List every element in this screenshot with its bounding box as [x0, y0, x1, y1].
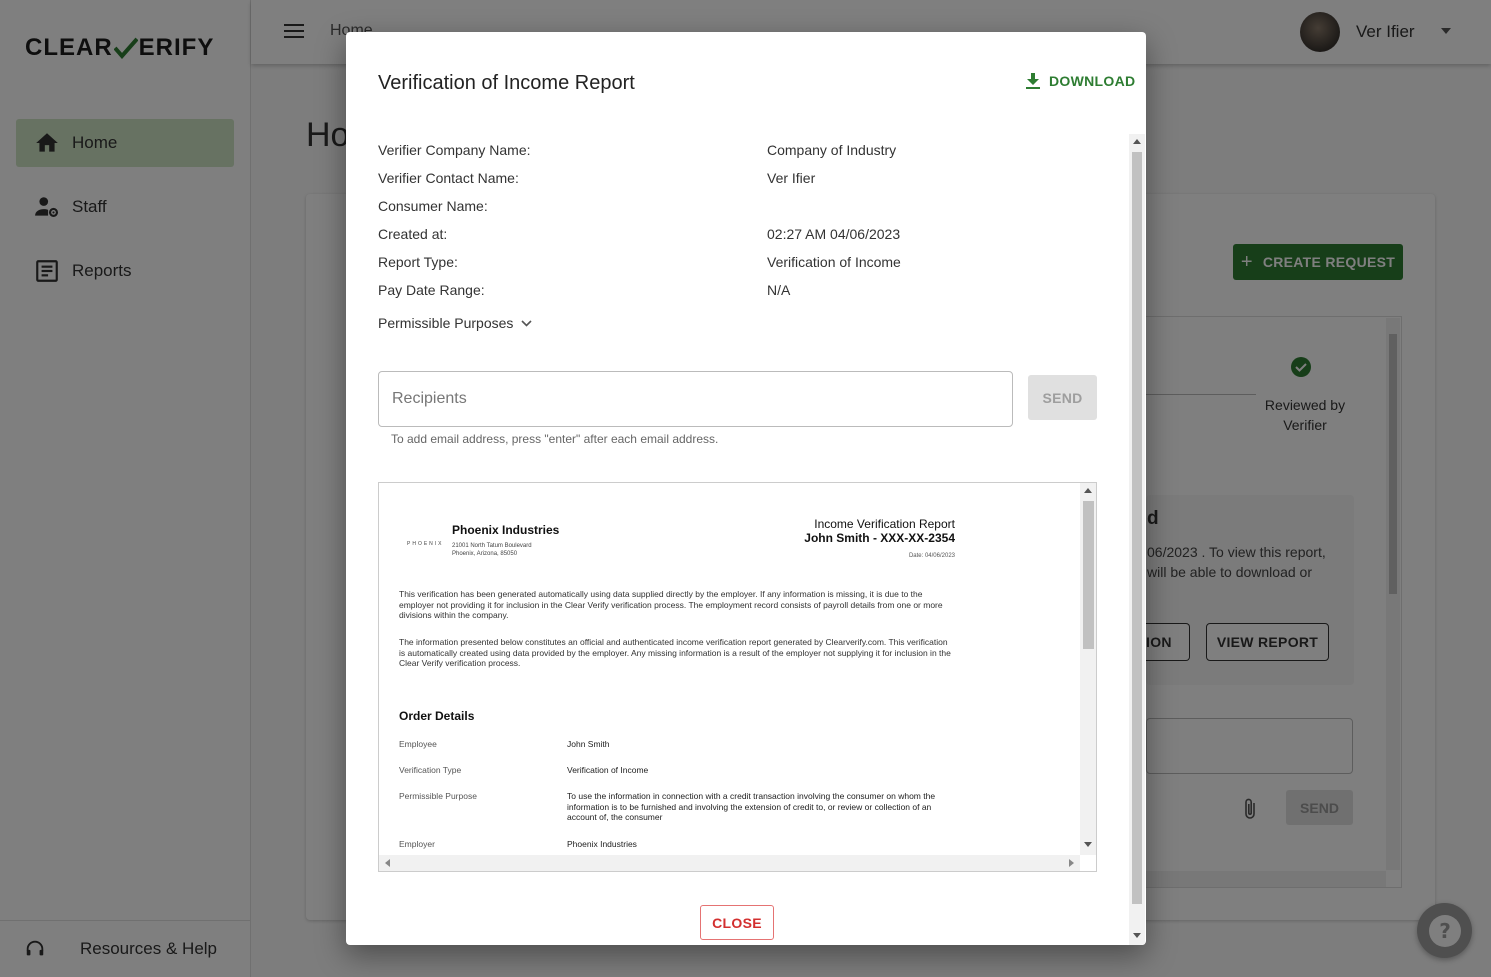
scroll-left-arrow-icon[interactable] — [385, 859, 390, 867]
info-row-report-type: Report Type: Verification of Income — [378, 254, 1118, 282]
info-key: Verifier Company Name: — [378, 142, 531, 158]
report-subject: John Smith - XXX-XX-2354 — [804, 531, 955, 545]
report-paragraph: The information presented below constitu… — [399, 637, 951, 668]
download-label: DOWNLOAD — [1049, 73, 1136, 89]
chevron-down-icon — [521, 319, 532, 327]
scroll-up-arrow-icon[interactable] — [1084, 488, 1092, 493]
info-value: 02:27 AM 04/06/2023 — [767, 226, 901, 242]
scroll-down-arrow-icon[interactable] — [1133, 933, 1141, 938]
scrollbar-thumb[interactable] — [1083, 501, 1094, 649]
info-key: Verifier Contact Name: — [378, 170, 519, 186]
order-value: Verification of Income — [567, 765, 649, 775]
info-value: Ver Ifier — [767, 170, 816, 186]
scrollbar-thumb[interactable] — [1132, 152, 1142, 904]
income-report-dialog: Verification of Income Report DOWNLOAD V… — [346, 32, 1146, 945]
info-key: Report Type: — [378, 254, 458, 270]
order-details-heading: Order Details — [399, 709, 475, 723]
order-value: Phoenix Industries — [567, 839, 637, 849]
order-key: Verification Type — [399, 765, 462, 775]
scroll-up-arrow-icon[interactable] — [1133, 139, 1141, 144]
scroll-right-arrow-icon[interactable] — [1069, 859, 1074, 867]
order-key: Employee — [399, 739, 437, 749]
dialog-scrollbar[interactable] — [1129, 134, 1145, 945]
info-value: Verification of Income — [767, 254, 901, 270]
send-label: SEND — [1042, 389, 1083, 406]
info-row-consumer-name: Consumer Name: — [378, 198, 1118, 226]
report-company-name: Phoenix Industries — [452, 523, 560, 537]
send-button[interactable]: SEND — [1028, 375, 1097, 420]
info-key: Consumer Name: — [378, 198, 488, 214]
order-value: John Smith — [567, 739, 610, 749]
dialog-title: Verification of Income Report — [378, 72, 635, 94]
info-key: Pay Date Range: — [378, 282, 485, 298]
close-button[interactable]: CLOSE — [700, 905, 774, 940]
permissible-purposes-label: Permissible Purposes — [378, 315, 514, 331]
info-row-verifier-contact: Verifier Contact Name: Ver Ifier — [378, 170, 1118, 198]
phoenix-logo: PHOENIX — [407, 541, 444, 547]
report-paragraph: This verification has been generated aut… — [399, 589, 943, 620]
close-label: CLOSE — [712, 914, 762, 931]
report-info: Verifier Company Name: Company of Indust… — [378, 142, 1118, 310]
info-key: Created at: — [378, 226, 448, 242]
preview-scrollbar-vertical[interactable] — [1080, 483, 1096, 855]
recipients-hint: To add email address, press "enter" afte… — [391, 432, 719, 446]
info-row-created-at: Created at: 02:27 AM 04/06/2023 — [378, 226, 1118, 254]
order-key: Permissible Purpose — [399, 791, 477, 801]
report-address-line2: Phoenix, Arizona, 85050 — [452, 551, 518, 557]
info-row-pay-date-range: Pay Date Range: N/A — [378, 282, 1118, 310]
info-value: N/A — [767, 282, 791, 298]
download-icon — [1026, 73, 1040, 89]
preview-scrollbar-horizontal[interactable] — [379, 855, 1080, 871]
report-date: Date: 04/06/2023 — [908, 553, 955, 559]
order-value: To use the information in connection wit… — [567, 791, 936, 822]
info-value: Company of Industry — [767, 142, 897, 158]
report-preview[interactable]: PHOENIX Phoenix Industries 21001 North T… — [378, 482, 1097, 872]
recipients-field[interactable] — [378, 371, 1013, 427]
report-address-line1: 21001 North Tatum Boulevard — [452, 543, 532, 549]
scroll-down-arrow-icon[interactable] — [1084, 842, 1092, 847]
order-key: Employer — [399, 839, 435, 849]
download-button[interactable]: DOWNLOAD — [1026, 73, 1135, 89]
recipients-input[interactable] — [379, 372, 1012, 426]
permissible-purposes-toggle[interactable]: Permissible Purposes — [378, 315, 532, 331]
info-row-verifier-company: Verifier Company Name: Company of Indust… — [378, 142, 1118, 170]
report-title: Income Verification Report — [814, 517, 955, 531]
